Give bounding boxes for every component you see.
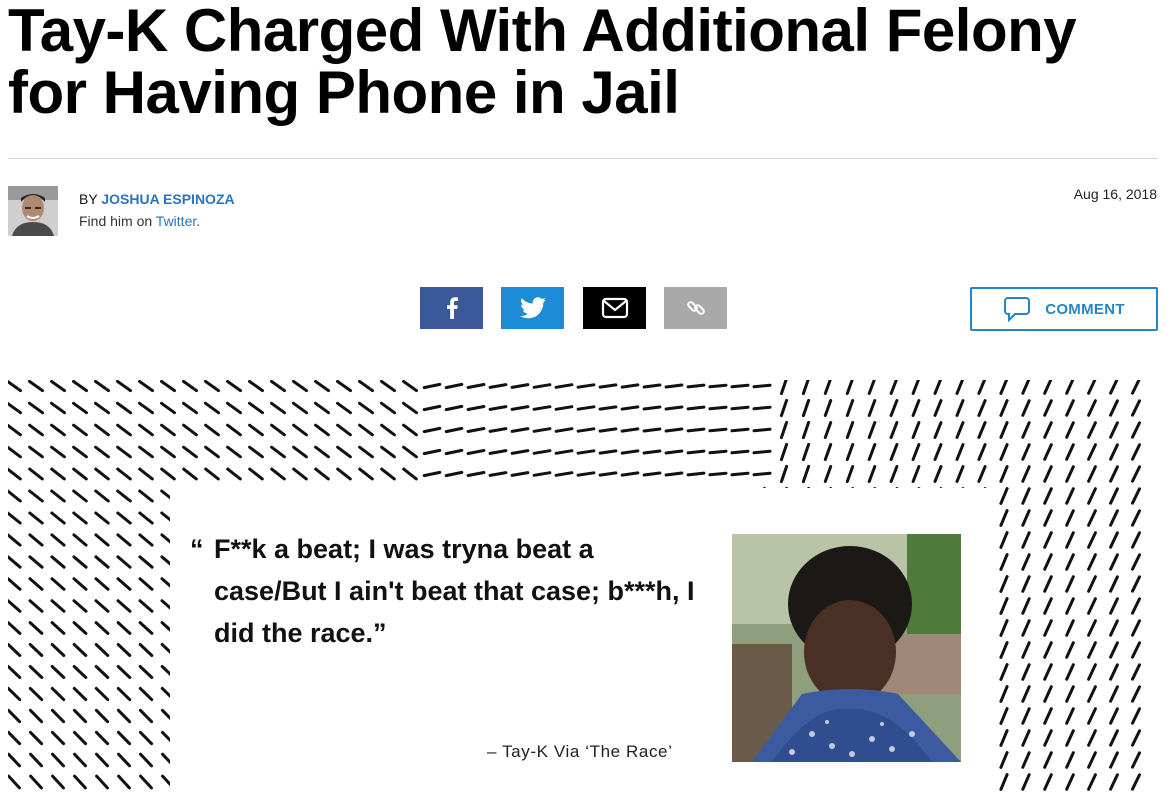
comment-button[interactable]: COMMENT — [970, 287, 1158, 331]
divider — [8, 158, 1158, 159]
byline-prefix: BY — [79, 191, 98, 207]
facebook-icon — [446, 297, 458, 319]
share-facebook-button[interactable] — [420, 287, 483, 329]
quote-attribution: – Tay-K Via ‘The Race’ — [487, 742, 673, 761]
copy-link-button[interactable] — [664, 287, 727, 329]
quote-mark: “ — [190, 534, 204, 564]
byline: BY JOSHUA ESPINOZA Find him on Twitter. — [79, 188, 235, 232]
find-suffix: . — [196, 213, 201, 229]
find-him-text: Find him on — [79, 213, 153, 229]
email-icon — [601, 297, 628, 319]
twitter-profile-link[interactable]: Twitter — [156, 213, 196, 229]
author-link[interactable]: JOSHUA ESPINOZA — [101, 191, 234, 207]
speech-bubble-icon — [1004, 297, 1031, 322]
article-headline: Tay-K Charged With Additional Felony for… — [8, 0, 1077, 126]
share-email-button[interactable] — [583, 287, 646, 329]
quote-text: F**k a beat; I was tryna beat a case/But… — [214, 534, 695, 648]
share-twitter-button[interactable] — [501, 287, 564, 329]
quote-card: “ F**k a beat; I was tryna beat a case/B… — [170, 488, 996, 794]
artist-photo — [732, 534, 961, 762]
comment-label: COMMENT — [1045, 300, 1125, 318]
publish-date: Aug 16, 2018 — [1073, 186, 1157, 202]
hero-image: “ F**k a beat; I was tryna beat a case/B… — [8, 380, 1158, 794]
link-icon — [686, 301, 705, 315]
twitter-icon — [519, 297, 546, 319]
pull-quote: “ F**k a beat; I was tryna beat a case/B… — [190, 528, 710, 654]
author-avatar[interactable] — [8, 186, 58, 236]
